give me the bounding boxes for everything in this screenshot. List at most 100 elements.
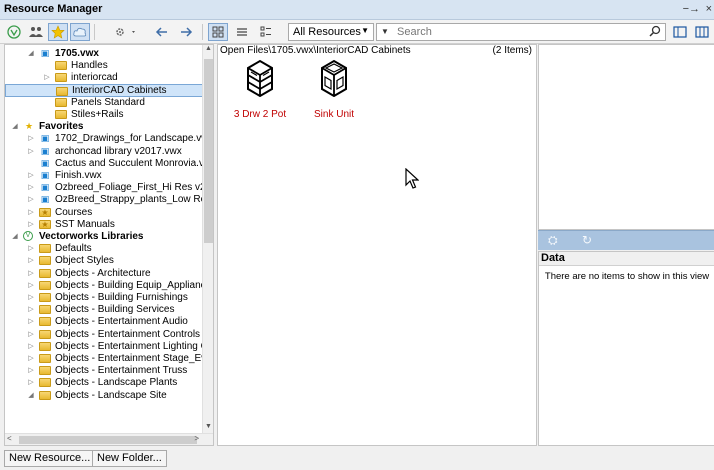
thumbnail-view-icon[interactable] bbox=[208, 23, 228, 41]
rotate-view-icon[interactable]: ↻ bbox=[582, 233, 592, 247]
tree-item[interactable]: ▷ ▣ Ozbreed_Foliage_First_Hi Res v2017 (1 bbox=[5, 181, 203, 194]
expand-arrow-icon[interactable]: ▷ bbox=[43, 71, 51, 84]
tree-item[interactable]: ▷ Objects - Landscape Plants bbox=[5, 376, 203, 389]
expand-arrow-icon[interactable]: ▷ bbox=[27, 193, 35, 206]
expand-arrow-icon[interactable]: ▷ bbox=[27, 181, 35, 194]
tree-item[interactable]: Handles bbox=[5, 59, 203, 72]
scrollbar-thumb[interactable] bbox=[19, 436, 197, 444]
tree-item[interactable]: ▷ ▣ Finish.vwx bbox=[5, 169, 203, 182]
close-icon[interactable]: × bbox=[706, 3, 712, 15]
expand-arrow-icon[interactable]: ▷ bbox=[27, 328, 35, 341]
favorite-folder-icon: ★ bbox=[39, 207, 51, 217]
tree-item[interactable]: Panels Standard bbox=[5, 96, 203, 109]
tree-item[interactable]: ▷ Defaults bbox=[5, 242, 203, 255]
expand-arrow-icon[interactable]: ▷ bbox=[27, 279, 35, 292]
vwx-file-icon: ▣ bbox=[40, 48, 50, 58]
tree-horizontal-scrollbar[interactable]: < > bbox=[5, 433, 213, 445]
resource-item[interactable]: Sink Unit bbox=[304, 57, 364, 127]
collapse-arrow-icon[interactable]: ◢ bbox=[11, 230, 19, 243]
tree-item[interactable]: ▷ ▣ OzBreed_Strappy_plants_Low Res v201 bbox=[5, 193, 203, 206]
expand-arrow-icon[interactable]: ▷ bbox=[27, 218, 35, 231]
folder-icon bbox=[39, 244, 51, 254]
tree-item[interactable]: ▷ Objects - Entertainment Lighting Gob bbox=[5, 340, 203, 353]
tree-item[interactable]: ▷ Objects - Building Furnishings bbox=[5, 291, 203, 304]
favorites-filter-icon[interactable] bbox=[48, 23, 68, 41]
expand-arrow-icon[interactable]: ▷ bbox=[27, 303, 35, 316]
resource-item[interactable]: 3 Drw 2 Pot bbox=[230, 57, 290, 127]
expand-arrow-icon[interactable]: ▷ bbox=[27, 242, 35, 255]
expand-arrow-icon[interactable]: ▷ bbox=[27, 364, 35, 377]
list-view-icon[interactable] bbox=[232, 23, 252, 41]
vwx-file-icon: ▣ bbox=[40, 182, 50, 193]
tree-item[interactable]: ▷ ★ SST Manuals bbox=[5, 218, 203, 231]
scroll-up-icon[interactable]: ▲ bbox=[203, 45, 213, 57]
tree-item[interactable]: ◢ V Vectorworks Libraries bbox=[5, 230, 203, 243]
detail-view-icon[interactable] bbox=[256, 23, 276, 41]
folder-icon bbox=[39, 256, 51, 266]
settings-menu-icon[interactable] bbox=[112, 23, 140, 41]
single-pane-icon[interactable] bbox=[670, 23, 690, 41]
tree-item[interactable]: ◢ Objects - Landscape Site bbox=[5, 389, 203, 402]
cloud-icon[interactable] bbox=[70, 23, 90, 41]
search-icon[interactable] bbox=[649, 25, 661, 40]
expand-arrow-icon[interactable]: ▷ bbox=[27, 340, 35, 353]
resource-tree[interactable]: ◢ ▣ 1705.vwx Handles ▷ interiorcad InteriorCAD… bbox=[4, 44, 214, 446]
expand-arrow-icon[interactable]: ▷ bbox=[27, 254, 35, 267]
tree-item[interactable]: ▷ interiorcad bbox=[5, 71, 203, 84]
forward-arrow-icon[interactable] bbox=[176, 23, 196, 41]
tree-item[interactable]: ▷ Objects - Architecture bbox=[5, 267, 203, 280]
folder-icon bbox=[39, 366, 51, 376]
new-resource-button[interactable]: New Resource... bbox=[4, 450, 96, 467]
expand-arrow-icon[interactable]: ▷ bbox=[27, 315, 35, 328]
expand-arrow-icon[interactable]: ▷ bbox=[27, 352, 35, 365]
tree-item-label: Objects - Entertainment Lighting Gob bbox=[55, 340, 203, 352]
expand-arrow-icon[interactable]: ▷ bbox=[27, 169, 35, 182]
scrollbar-thumb[interactable] bbox=[204, 59, 213, 243]
tree-item[interactable]: ▷ Objects - Entertainment Controls bbox=[5, 328, 203, 341]
expand-arrow-icon[interactable]: ▷ bbox=[27, 267, 35, 280]
tree-item[interactable]: ◢ ★ Favorites bbox=[5, 120, 203, 133]
tree-item[interactable]: ▷ ▣ archoncad library v2017.vwx bbox=[5, 145, 203, 158]
tree-item-label: Finish.vwx bbox=[55, 170, 102, 181]
back-arrow-icon[interactable] bbox=[152, 23, 172, 41]
scroll-left-icon[interactable]: < bbox=[7, 434, 12, 443]
scroll-right-icon[interactable]: > bbox=[194, 434, 199, 443]
vwx-file-icon: ▣ bbox=[40, 170, 50, 180]
tree-item-label: Panels Standard bbox=[71, 96, 145, 108]
sink-cabinet-icon bbox=[321, 59, 347, 97]
tree-item[interactable]: ▷ Objects - Entertainment Audio bbox=[5, 315, 203, 328]
tree-item[interactable]: ▣ Cactus and Succulent Monrovia.vwx bbox=[5, 157, 203, 170]
tree-item[interactable]: ◢ ▣ 1705.vwx bbox=[5, 47, 203, 60]
search-input[interactable]: ▼ Search bbox=[376, 23, 666, 41]
expand-arrow-icon[interactable]: ▷ bbox=[27, 376, 35, 389]
empty-message: There are no items to show in this view bbox=[544, 271, 710, 282]
tree-item[interactable]: ▷ Object Styles bbox=[5, 254, 203, 267]
users-icon[interactable] bbox=[26, 23, 46, 41]
expand-arrow-icon[interactable]: ▷ bbox=[27, 132, 35, 145]
tree-item[interactable]: ▷ Objects - Entertainment Stage_Event bbox=[5, 352, 203, 365]
render-mode-icon[interactable]: ⛭ bbox=[548, 233, 558, 248]
search-options-chevron-icon[interactable]: ▼ bbox=[381, 27, 389, 36]
tree-vertical-scrollbar[interactable]: ▲ ▼ bbox=[202, 45, 213, 433]
resource-browser-content[interactable]: Open Files\1705.vwx\InteriorCAD Cabinets… bbox=[217, 44, 537, 446]
split-pane-icon[interactable] bbox=[692, 23, 712, 41]
tree-item[interactable]: ▷ Objects - Building Equip_Appliances bbox=[5, 279, 203, 292]
resource-type-select[interactable]: All Resources ▼ bbox=[288, 23, 374, 41]
tree-item[interactable]: ▷ ★ Courses bbox=[5, 206, 203, 219]
collapse-arrow-icon[interactable]: ◢ bbox=[27, 389, 35, 402]
vectorworks-libraries-filter-icon[interactable] bbox=[4, 23, 24, 41]
collapse-arrow-icon[interactable]: ◢ bbox=[27, 47, 35, 60]
tree-item[interactable]: ▷ Objects - Entertainment Truss bbox=[5, 364, 203, 377]
expand-arrow-icon[interactable]: ▷ bbox=[27, 291, 35, 304]
tree-item-label: Objects - Architecture bbox=[55, 267, 151, 279]
scroll-down-icon[interactable]: ▼ bbox=[203, 421, 213, 433]
tree-item[interactable]: Stiles+Rails bbox=[5, 108, 203, 121]
expand-arrow-icon[interactable]: ▷ bbox=[27, 206, 35, 219]
tree-item[interactable]: ▷ Objects - Building Services bbox=[5, 303, 203, 316]
new-folder-button[interactable]: New Folder... bbox=[92, 450, 167, 467]
expand-arrow-icon[interactable]: ▷ bbox=[27, 145, 35, 158]
tree-item[interactable]: ▷ ▣ 1702_Drawings_for Landscape.vwx bbox=[5, 132, 203, 145]
collapse-arrow-icon[interactable]: ◢ bbox=[11, 120, 19, 133]
tree-item[interactable]: InteriorCAD Cabinets bbox=[5, 83, 203, 97]
pin-icon[interactable]: −→ bbox=[683, 3, 700, 15]
